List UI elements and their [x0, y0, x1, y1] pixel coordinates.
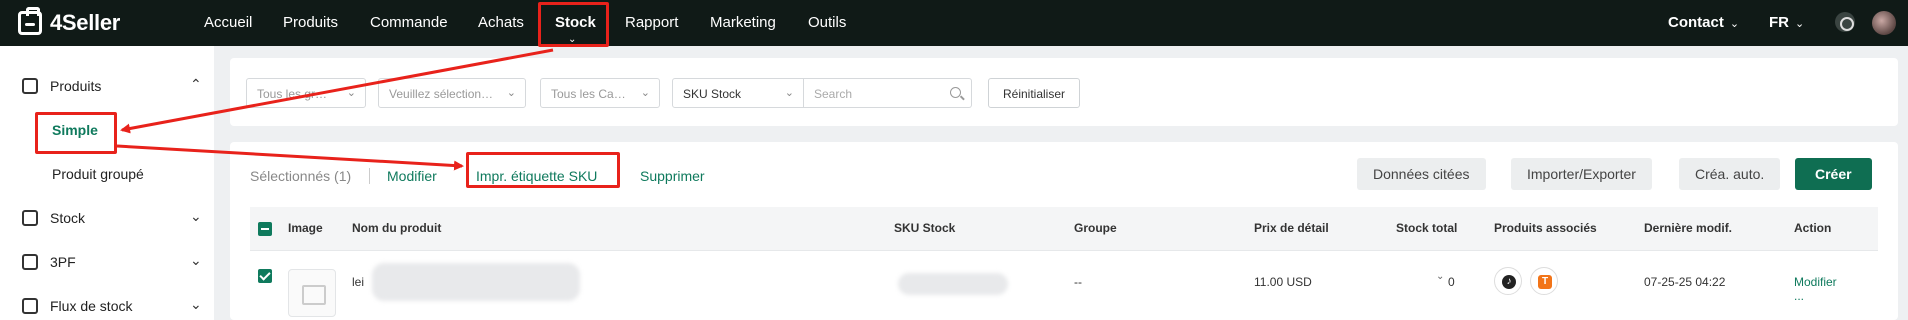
layers-icon — [22, 210, 38, 226]
contact-label: Contact — [1668, 14, 1724, 31]
box-icon — [22, 78, 38, 94]
temu-icon: T — [1538, 275, 1552, 289]
nav-produits[interactable]: Produits — [283, 14, 338, 31]
chevron-down-icon: ⌄ — [1729, 18, 1740, 30]
top-navigation-bar: 4Seller Accueil Produits Commande Achats… — [0, 0, 1908, 46]
redacted-sku — [898, 273, 1008, 295]
chevron-down-icon: ⌄ — [190, 208, 202, 224]
sidebar-section-produits[interactable]: Produits ⌃ — [0, 66, 214, 106]
product-name[interactable]: lei — [352, 275, 364, 289]
sidebar-section-3pf[interactable]: 3PF ⌄ — [0, 242, 214, 282]
tiktok-icon: ♪ — [1502, 275, 1516, 289]
print-sku-label-button[interactable]: Impr. étiquette SKU — [476, 168, 597, 184]
nav-rapport[interactable]: Rapport — [625, 14, 678, 31]
reset-button[interactable]: Réinitialiser — [988, 78, 1081, 108]
last-modified: 07-25-25 04:22 — [1644, 275, 1726, 289]
redacted-product-name — [372, 263, 580, 301]
sidebar-item-simple[interactable]: Simple — [52, 122, 98, 138]
nav-achats[interactable]: Achats — [478, 14, 524, 31]
modify-button[interactable]: Modifier — [387, 168, 437, 184]
column-header: Nom du produit — [352, 221, 442, 235]
chevron-down-icon: ⌄ — [506, 87, 516, 99]
flow-icon — [22, 298, 38, 314]
search-field-select[interactable]: SKU Stock ⌄ — [672, 78, 804, 108]
auto-create-button[interactable]: Créa. auto. — [1679, 158, 1781, 190]
filter-panel: Tous les gr… ⌄ Veuillez sélection… ⌄ Tous … — [230, 58, 1898, 126]
sidebar-section-label: Produits — [50, 78, 102, 94]
status-filter-select[interactable]: Veuillez sélection… ⌄ — [378, 78, 526, 108]
sidebar-section-flux-de-stock[interactable]: Flux de stock ⌄ — [0, 286, 214, 320]
chevron-down-icon: ⌄ — [190, 252, 202, 268]
select-value: SKU Stock — [683, 87, 742, 101]
total-stock: 0 — [1448, 275, 1455, 289]
temu-store-badge[interactable]: T — [1530, 267, 1558, 295]
chevron-up-icon: ⌃ — [190, 76, 202, 92]
chevron-down-icon: ⌄ — [1795, 18, 1805, 30]
delete-button[interactable]: Supprimer — [640, 168, 705, 184]
column-header: Dernière modif. — [1644, 221, 1733, 235]
cited-data-button[interactable]: Données citées — [1357, 158, 1486, 190]
select-all-checkbox[interactable] — [258, 222, 272, 236]
product-image-placeholder-icon[interactable] — [288, 269, 336, 317]
group-value: -- — [1074, 275, 1082, 289]
nav-accueil[interactable]: Accueil — [204, 14, 252, 31]
brand-logo[interactable]: 4Seller — [18, 7, 121, 36]
table-header: Image Nom du produit SKU Stock Groupe Pr… — [250, 207, 1878, 251]
select-value: Tous les gr… — [257, 87, 328, 101]
nav-stock[interactable]: Stock — [555, 14, 596, 31]
selected-count: Sélectionnés (1) — [250, 168, 352, 184]
sidebar-section-label: 3PF — [50, 254, 76, 270]
sidebar-section-label: Stock — [50, 210, 86, 226]
toolbar-divider — [369, 168, 370, 184]
row-more-actions[interactable]: ... — [1794, 289, 1804, 303]
stock-chevron-icon[interactable]: ⌄ — [1436, 271, 1444, 282]
create-button[interactable]: Créer — [1795, 158, 1872, 190]
select-value: Veuillez sélection… — [389, 87, 494, 101]
column-header: Produits associés — [1494, 221, 1597, 235]
chevron-down-icon: ⌄ — [346, 87, 356, 99]
nav-stock-chevron-icon: ⌄ — [568, 34, 577, 45]
sidebar-section-stock[interactable]: Stock ⌄ — [0, 198, 214, 238]
product-list-panel: Sélectionnés (1) Modifier Impr. étiquett… — [230, 142, 1898, 320]
sidebar: Produits ⌃ Simple Produit groupé Stock ⌄… — [0, 46, 214, 320]
column-header: Image — [288, 221, 323, 235]
sidebar-section-label: Flux de stock — [50, 298, 133, 314]
settings-gear-icon[interactable] — [1835, 12, 1855, 32]
import-export-button[interactable]: Importer/Exporter — [1511, 158, 1652, 190]
language-menu[interactable]: FR ⌄ — [1769, 14, 1804, 31]
user-avatar[interactable] — [1872, 11, 1896, 35]
search-placeholder: Search — [814, 87, 853, 101]
column-header: Prix de détail — [1254, 221, 1329, 235]
retail-price: 11.00 USD — [1254, 275, 1312, 289]
category-filter-select[interactable]: Tous les Ca… ⌄ — [540, 78, 660, 108]
row-modify-link[interactable]: Modifier — [1794, 275, 1837, 289]
column-header: Groupe — [1074, 221, 1117, 235]
column-header: Stock total — [1396, 221, 1458, 235]
nav-commande[interactable]: Commande — [370, 14, 448, 31]
search-icon[interactable] — [950, 87, 961, 98]
language-label: FR — [1769, 14, 1789, 31]
search-input[interactable]: Search — [804, 78, 972, 108]
brand-name: 4Seller — [50, 10, 121, 35]
select-value: Tous les Ca… — [551, 87, 626, 101]
chevron-down-icon: ⌄ — [190, 296, 202, 312]
warehouse-icon — [22, 254, 38, 270]
logo-bag-icon — [18, 7, 42, 35]
tiktok-store-badge[interactable]: ♪ — [1494, 267, 1522, 295]
contact-menu[interactable]: Contact ⌄ — [1668, 14, 1739, 31]
column-header: SKU Stock — [894, 221, 956, 235]
table-row[interactable]: lei -- 11.00 USD ⌄ 0 ♪ T 07-25-25 04:22 … — [250, 251, 1878, 320]
group-filter-select[interactable]: Tous les gr… ⌄ — [246, 78, 366, 108]
chevron-down-icon: ⌄ — [784, 87, 794, 99]
nav-outils[interactable]: Outils — [808, 14, 846, 31]
chevron-down-icon: ⌄ — [640, 87, 650, 99]
nav-marketing[interactable]: Marketing — [710, 14, 776, 31]
column-header: Action — [1794, 221, 1832, 235]
row-checkbox[interactable] — [258, 269, 272, 283]
sidebar-item-produit-groupe[interactable]: Produit groupé — [52, 166, 144, 182]
